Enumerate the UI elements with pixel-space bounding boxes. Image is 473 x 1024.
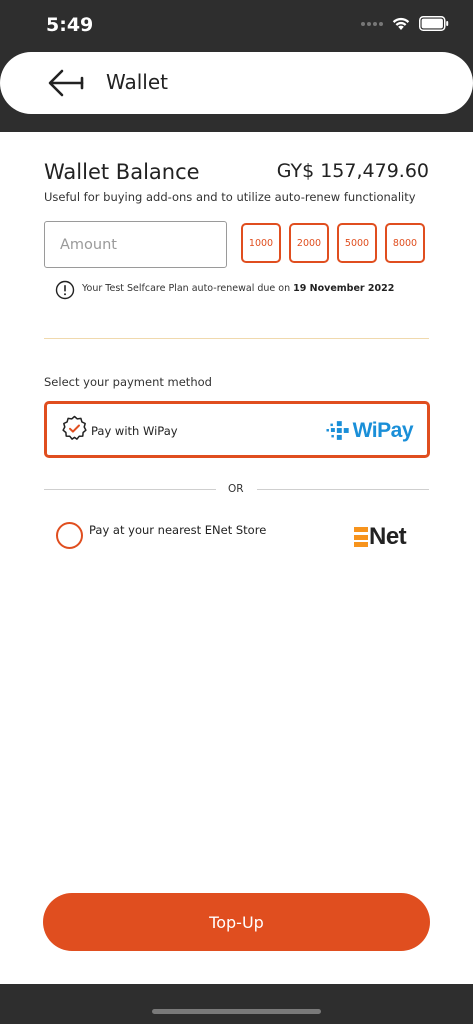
status-time: 5:49 xyxy=(46,14,94,36)
header: Wallet xyxy=(0,52,473,114)
page-title: Wallet xyxy=(106,70,169,94)
top-up-button[interactable]: Top-Up xyxy=(43,893,430,951)
amount-input[interactable] xyxy=(44,221,227,268)
status-bar: 5:49 xyxy=(0,0,473,52)
wallet-balance-label: Wallet Balance xyxy=(44,160,200,184)
enet-e-mark-icon xyxy=(354,527,368,547)
auto-renewal-notice-text: Your Test Selfcare Plan auto-renewal due… xyxy=(82,283,294,294)
home-indicator[interactable] xyxy=(152,1009,321,1014)
wipay-logo-text: WiPay xyxy=(352,419,414,442)
bottom-bar xyxy=(0,984,473,1024)
preset-amount-button[interactable]: 8000 xyxy=(385,223,425,263)
check-badge-icon xyxy=(62,415,87,440)
arrow-left-icon[interactable] xyxy=(44,66,88,100)
wipay-logo: WiPay xyxy=(325,418,414,444)
enet-logo: Net xyxy=(354,523,407,550)
or-divider-left xyxy=(44,489,216,490)
payment-method-label: Select your payment method xyxy=(44,375,212,389)
signal-icon xyxy=(361,21,383,26)
wipay-payment-option[interactable]: Pay with WiPay WiPay xyxy=(44,401,430,458)
auto-renewal-notice: Your Test Selfcare Plan auto-renewal due… xyxy=(82,283,394,294)
section-divider xyxy=(44,338,429,339)
wipay-mark-icon xyxy=(326,421,349,440)
enet-store-option-label[interactable]: Pay at your nearest ENet Store xyxy=(89,523,266,537)
or-separator: OR xyxy=(228,483,244,495)
wifi-icon xyxy=(392,17,410,30)
wallet-balance-amount: GY$ 157,479.60 xyxy=(276,160,429,182)
preset-amount-button[interactable]: 5000 xyxy=(337,223,377,263)
preset-amount-button[interactable]: 1000 xyxy=(241,223,281,263)
auto-renewal-date: 19 November 2022 xyxy=(293,283,395,294)
enet-logo-text: Net xyxy=(369,523,407,550)
battery-icon xyxy=(419,16,449,31)
status-indicators xyxy=(361,16,449,31)
exclamation-circle-icon xyxy=(55,280,75,300)
or-divider-right xyxy=(257,489,429,490)
wipay-option-label: Pay with WiPay xyxy=(91,424,178,438)
preset-amount-button[interactable]: 2000 xyxy=(289,223,329,263)
enet-store-radio[interactable] xyxy=(56,522,83,549)
wallet-balance-description: Useful for buying add-ons and to utilize… xyxy=(44,190,416,204)
